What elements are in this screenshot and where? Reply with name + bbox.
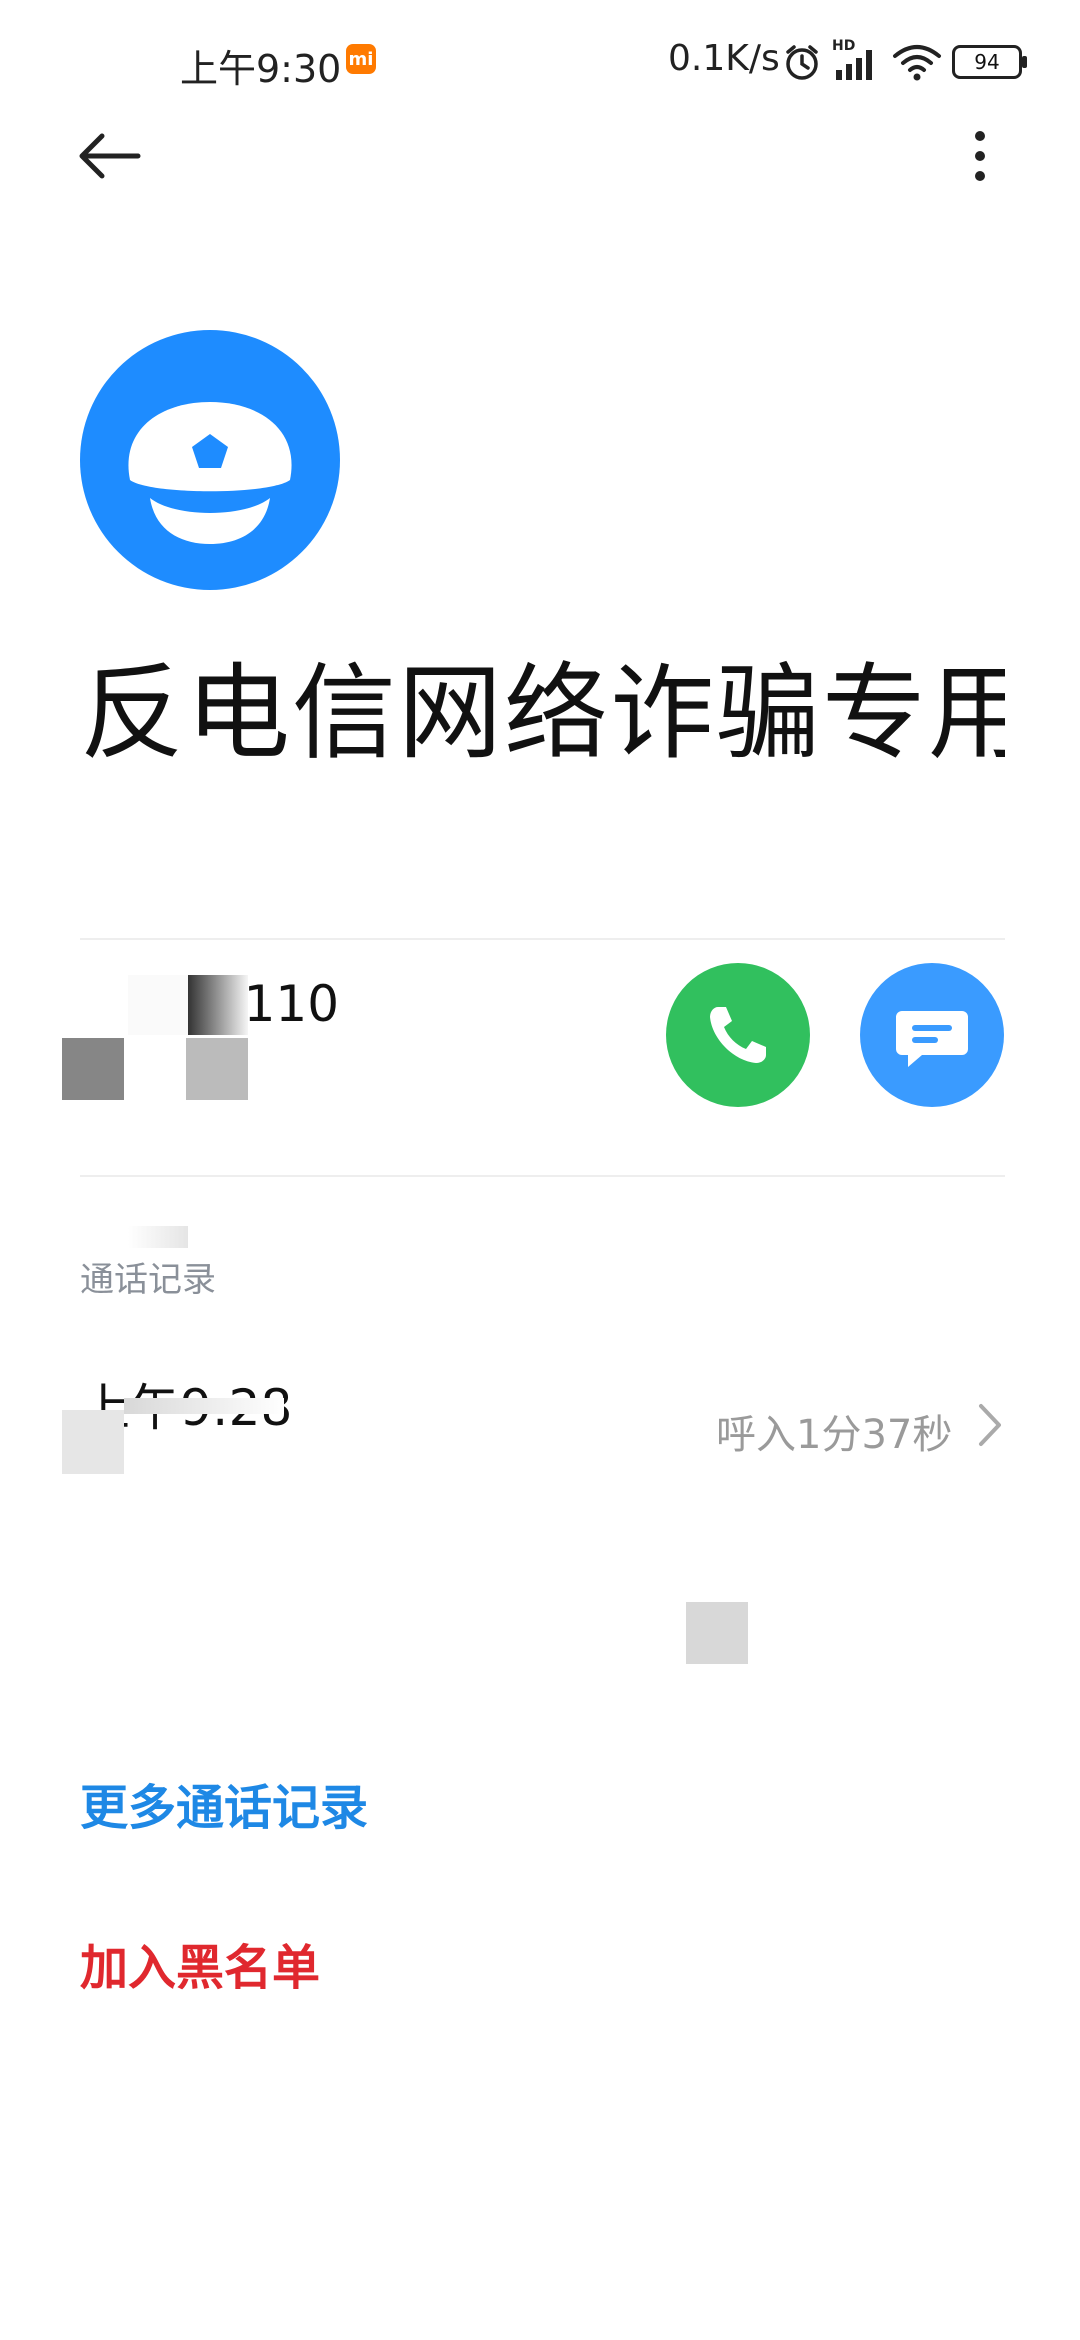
add-to-blacklist-button[interactable]: 加入黑名单 (80, 1928, 320, 1998)
battery-icon: 94 (952, 45, 1027, 79)
call-log-label: 通话记录 (80, 1260, 216, 1300)
message-button[interactable] (860, 963, 1004, 1107)
divider-top (80, 938, 1005, 940)
mosaic-block (128, 1226, 188, 1248)
more-options-button[interactable] (950, 118, 1010, 198)
mosaic-block (62, 1410, 124, 1474)
wifi-icon (893, 45, 941, 81)
mosaic-block (186, 1038, 248, 1100)
more-vert-icon (975, 131, 985, 181)
arrow-left-icon (79, 133, 141, 179)
phone-icon (710, 1007, 766, 1063)
mosaic-block (62, 1038, 124, 1100)
police-cap-icon (128, 402, 292, 544)
mi-badge-icon: mi (346, 44, 376, 74)
message-icon (896, 1011, 968, 1067)
mosaic-block (188, 975, 248, 1035)
contact-name: 反电信网络诈骗专用 (80, 652, 1005, 774)
signal-icon: HD (832, 38, 882, 82)
call-button[interactable] (666, 963, 810, 1107)
status-icons: HD 94 (782, 38, 1027, 84)
contact-avatar (80, 330, 340, 590)
status-time: 上午9:30 (180, 47, 342, 91)
back-button[interactable] (70, 118, 150, 198)
mosaic-block (686, 1602, 748, 1664)
network-speed: 0.1K/s (668, 38, 780, 79)
call-record-detail[interactable]: 呼入1分37秒 (716, 1402, 952, 1460)
divider-bottom (80, 1175, 1005, 1177)
more-call-records-link[interactable]: 更多通话记录 (80, 1768, 368, 1838)
alarm-icon (786, 45, 818, 80)
mosaic-block (128, 975, 188, 1035)
mosaic-block (124, 1398, 284, 1414)
chevron-right-icon[interactable] (975, 1400, 1005, 1450)
